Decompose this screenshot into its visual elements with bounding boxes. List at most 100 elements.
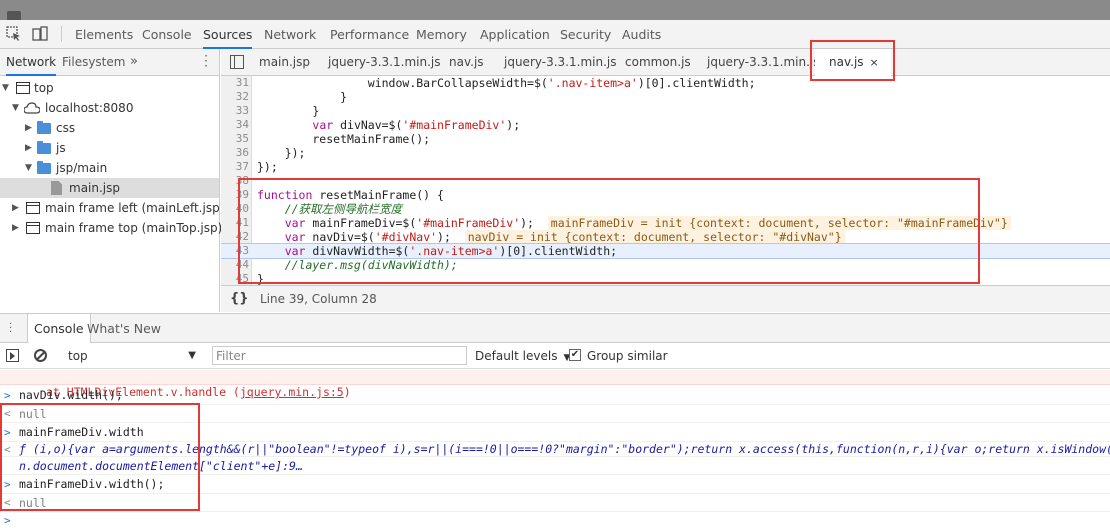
group-similar-checkbox[interactable]: ✔ [569,349,581,361]
inspect-element-icon[interactable] [6,26,22,42]
show-sidebar-icon[interactable] [6,349,19,362]
context-selector[interactable]: top ▼ [68,347,200,365]
tab-application[interactable]: Application [480,20,550,49]
line-number[interactable]: 38 [221,174,249,188]
code-line[interactable]: 45} [221,272,1110,285]
tree-item-css[interactable]: ▶ css [0,118,219,138]
toggle-navigator-icon[interactable] [230,55,244,69]
device-toolbar-icon[interactable] [32,26,48,42]
folder-icon [37,161,51,174]
tree-item-localhost[interactable]: ▼ localhost:8080 [0,98,219,118]
expanded-triangle-icon[interactable]: ▼ [25,158,32,178]
console-prompt[interactable]: > [0,513,1110,528]
console-output[interactable]: at HTMLDivElement.v.handle (jquery.min.j… [0,370,1110,528]
line-number[interactable]: 42 [221,230,249,244]
line-number[interactable]: 31 [221,76,249,90]
expanded-triangle-icon[interactable]: ▼ [2,78,9,98]
tree-item-label: top [34,81,54,95]
editor-tab[interactable]: jquery-3.3.1.min.js [707,49,819,76]
tree-item-label: jsp/main [56,161,108,175]
code-line[interactable]: 41 var mainFrameDiv=$('#mainFrameDiv'); m… [221,216,1110,230]
tab-audits[interactable]: Audits [622,20,661,49]
tree-item-label: main.jsp [69,181,120,195]
code-line[interactable]: 34 var divNav=$('#mainFrameDiv'); [221,118,1110,132]
line-number[interactable]: 43 [221,244,249,258]
tab-memory[interactable]: Memory [416,20,467,49]
code-line[interactable]: 42 var navDiv=$('#divNav'); navDiv = init… [221,230,1110,244]
tab-security[interactable]: Security [560,20,611,49]
line-number[interactable]: 34 [221,118,249,132]
tree-item-main-jsp[interactable]: main.jsp [0,178,219,198]
editor-tab[interactable]: jquery-3.3.1.min.js [504,49,616,76]
tab-performance[interactable]: Performance [330,20,409,49]
editor-tab[interactable]: common.js [625,49,691,76]
tree-item-main-frame-top[interactable]: ▶ main frame top (mainTop.jsp) [0,218,222,238]
drawer-tab-whats-new[interactable]: What's New [87,314,161,343]
collapsed-triangle-icon[interactable]: ▶ [25,138,32,158]
console-text: mainFrameDiv.width [19,425,144,439]
editor-tab[interactable]: jquery-3.3.1.min.js [328,49,440,76]
code-text: var navDiv=$('#divNav'); [284,230,451,244]
line-number[interactable]: 35 [221,132,249,146]
editor-tab[interactable]: main.jsp [259,49,310,76]
tab-network[interactable]: Network [264,20,316,49]
collapsed-triangle-icon[interactable]: ▶ [12,198,19,218]
code-area[interactable]: 31 window.BarCollapseWidth=$('.nav-item>… [221,76,1110,285]
navigator-tab-network[interactable]: Network [6,49,57,76]
frame-icon [26,222,40,234]
expanded-triangle-icon[interactable]: ▼ [12,98,19,118]
drawer-tab-console[interactable]: Console [27,314,91,343]
code-line[interactable]: 37}); [221,160,1110,174]
toolbar-divider [61,26,62,42]
code-line[interactable]: 44 //layer.msg(divNavWidth); [221,258,1110,272]
code-line[interactable]: 39 function resetMainFrame() { [221,188,1110,202]
code-line[interactable]: 33 } [221,104,1110,118]
code-line[interactable]: 38 [221,174,1110,188]
drawer-menu-icon[interactable]: · · · [9,320,13,338]
console-input-row: > mainFrameDiv.width(); [0,475,1110,494]
code-line[interactable]: 35 resetMainFrame(); [221,132,1110,146]
code-text: }); [257,160,278,174]
tree-item-js[interactable]: ▶ js [0,138,219,158]
tab-console[interactable]: Console [142,20,192,49]
line-number[interactable]: 41 [221,216,249,230]
tab-elements[interactable]: Elements [75,20,133,49]
line-number[interactable]: 39 [221,188,249,202]
line-number[interactable]: 45 [221,272,249,285]
console-result-row: < null [0,494,1110,512]
pretty-print-icon[interactable]: {} [230,286,249,312]
editor-tab-active[interactable]: nav.js × [815,49,891,76]
close-tab-icon[interactable]: × [870,56,879,69]
line-number[interactable]: 33 [221,104,249,118]
tree-item-main-frame-left[interactable]: ▶ main frame left (mainLeft.jsp) [0,198,224,218]
filter-input[interactable] [212,346,467,365]
code-line[interactable]: 36 }); [221,146,1110,160]
code-line[interactable]: 31 window.BarCollapseWidth=$('.nav-item>… [221,76,1110,90]
result-chevron-icon: < [4,443,11,456]
code-text: var mainFrameDiv=$('#mainFrameDiv'); [284,216,534,230]
collapsed-triangle-icon[interactable]: ▶ [25,118,32,138]
navigator-tab-filesystem[interactable]: Filesystem [62,49,125,76]
code-line[interactable]: 32 } [221,90,1110,104]
line-number[interactable]: 44 [221,258,249,272]
collapsed-triangle-icon[interactable]: ▶ [12,218,19,238]
line-number[interactable]: 32 [221,90,249,104]
line-number[interactable]: 37 [221,160,249,174]
code-text: } [257,90,348,104]
kebab-menu-icon[interactable]: · · · [203,50,209,72]
code-line[interactable]: 43 var divNavWidth=$('.nav-item>a')[0].c… [221,243,1110,259]
editor-tab[interactable]: nav.js [449,49,484,76]
log-levels-dropdown[interactable]: Default levels ▼ [475,347,570,365]
line-number[interactable]: 40 [221,202,249,216]
console-input-row: > mainFrameDiv.width [0,423,1110,442]
more-tabs-icon[interactable]: » [130,54,138,69]
line-number[interactable]: 36 [221,146,249,160]
tree-item-top[interactable]: ▼ top [0,78,219,98]
tab-sources[interactable]: Sources [203,20,253,49]
console-result-row: n.document.documentElement["client"+e]:9… [0,457,1110,475]
console-text: null [19,496,47,510]
tree-item-label: js [56,141,66,155]
tree-item-jsp-main[interactable]: ▼ jsp/main [0,158,219,178]
code-line[interactable]: 40 //获取左侧导航栏宽度 [221,202,1110,216]
clear-console-icon[interactable] [34,349,47,362]
